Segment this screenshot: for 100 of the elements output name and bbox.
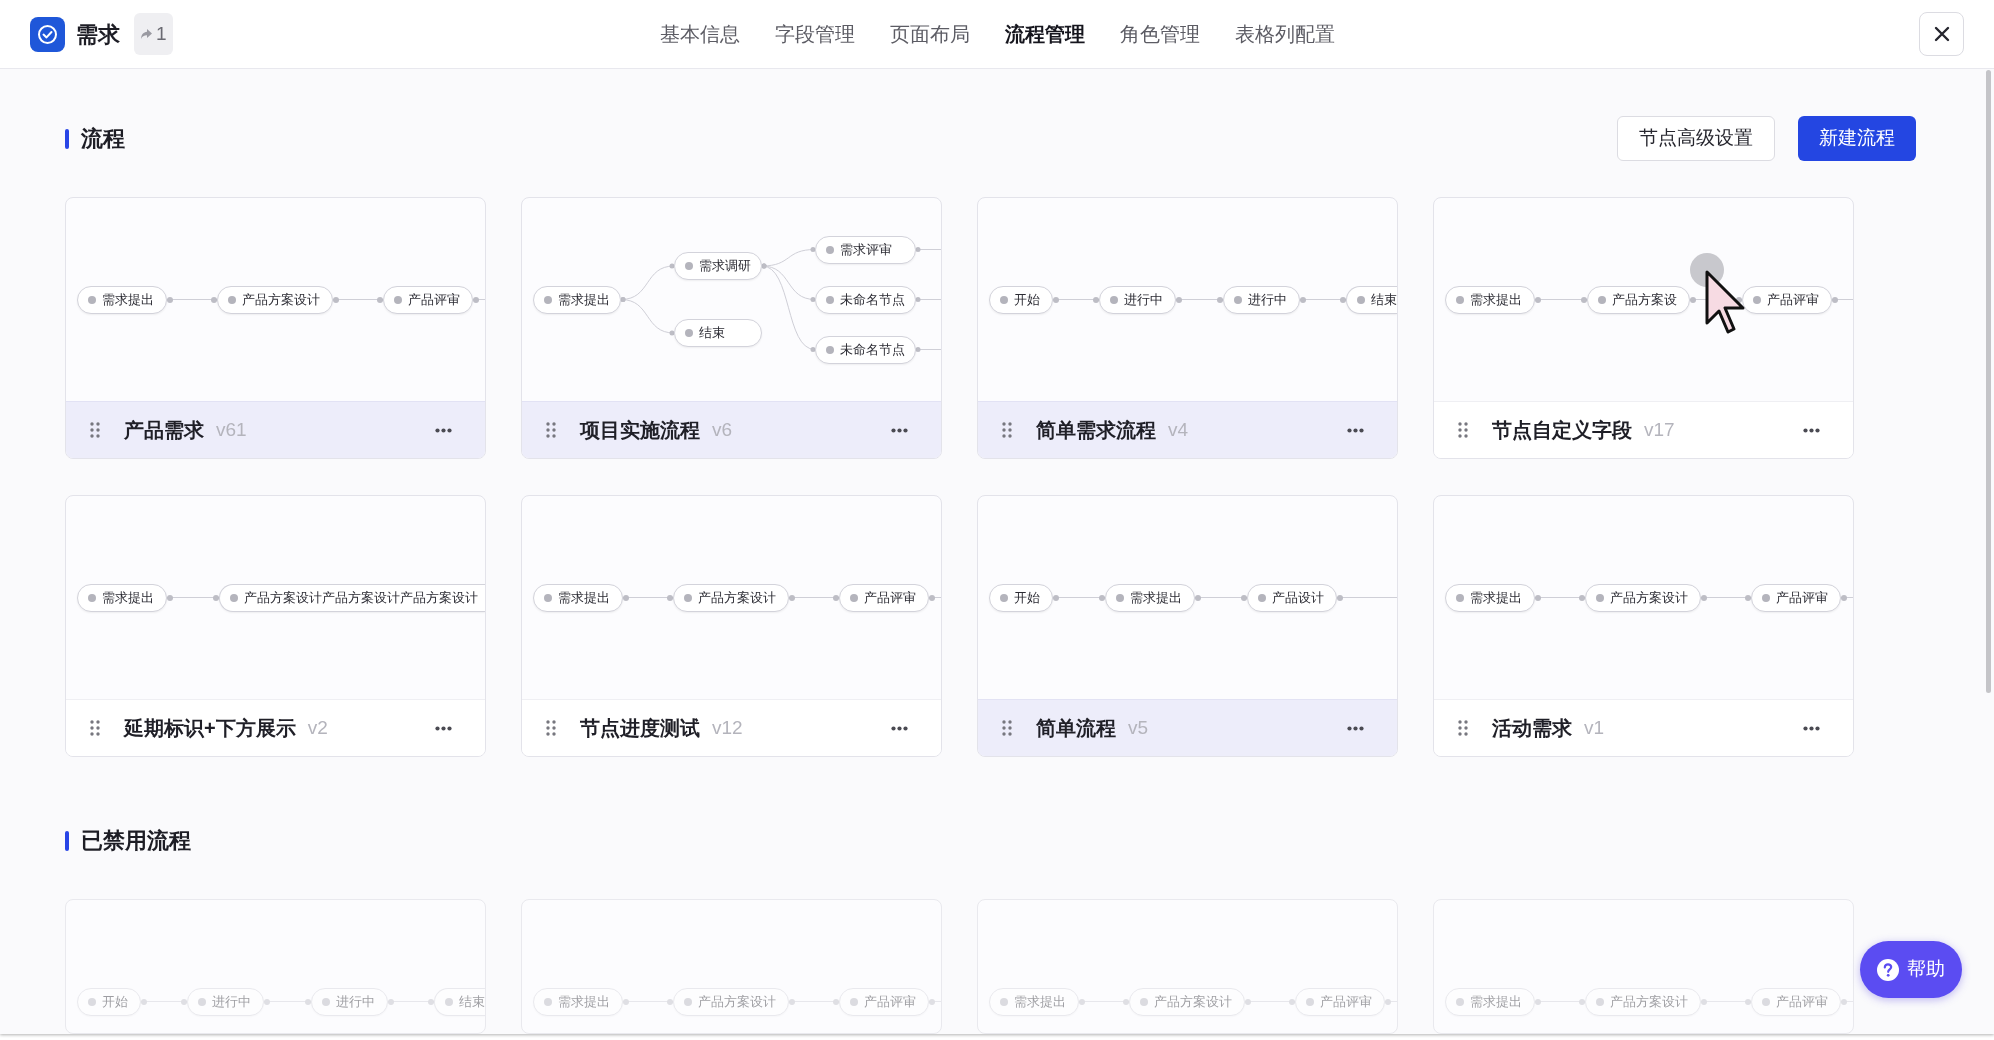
connector-line	[623, 998, 673, 1005]
node-label: 产品评审	[1776, 992, 1828, 1011]
connector-line	[1535, 998, 1585, 1005]
node-label: 产品评审	[1320, 992, 1372, 1011]
nav-tab[interactable]: 角色管理	[1119, 11, 1200, 57]
node-label: 需求评审	[840, 240, 892, 259]
connector-line	[620, 297, 675, 336]
more-icon[interactable]	[435, 427, 452, 433]
connector-line	[333, 296, 383, 303]
node-label: 需求提出	[558, 290, 610, 309]
action-button[interactable]: 新建流程	[1798, 116, 1916, 161]
node-label: 开始	[1014, 290, 1040, 309]
nav-tab[interactable]: 字段管理	[774, 11, 855, 57]
version-label: v12	[712, 715, 743, 740]
flow-card[interactable]: 需求提出 产品方案设计 产品评审 活动需求 v1	[1433, 495, 1854, 757]
close-icon	[1933, 26, 1950, 42]
node-label: 产品评审	[864, 992, 916, 1011]
flow-title: 简单需求流程	[1036, 418, 1156, 443]
flow-card[interactable]: 需求提出 产品方案设计 产品评审 节点进度测试 v12	[521, 495, 942, 757]
share-arrow-icon	[140, 28, 153, 40]
connector-line	[1053, 296, 1100, 303]
connector-line	[1701, 594, 1751, 601]
node-label: 产品方案设计	[242, 290, 320, 309]
nav-tab[interactable]: 流程管理	[1004, 11, 1085, 57]
flow-title: 简单流程	[1036, 716, 1116, 741]
share-button[interactable]: 1	[134, 13, 173, 55]
connector-line	[1176, 296, 1223, 303]
node-label: 产品设计	[1272, 588, 1324, 607]
action-button[interactable]: 节点高级设置	[1617, 116, 1775, 161]
more-icon[interactable]	[891, 427, 908, 433]
flow-card[interactable]: 开始 需求提出 产品设计 简单流程 v5	[977, 495, 1398, 757]
more-icon[interactable]	[891, 725, 908, 731]
connector-line	[1701, 998, 1751, 1005]
connector-line	[167, 594, 219, 601]
node-label: 未命名节点	[840, 290, 905, 309]
more-icon[interactable]	[1803, 427, 1820, 433]
close-button[interactable]	[1919, 12, 1964, 56]
node-label: 产品方案设计	[1154, 992, 1232, 1011]
node-label: 产品方案设计	[698, 992, 776, 1011]
version-label: v17	[1644, 417, 1675, 442]
flow-title: 项目实施流程	[580, 418, 700, 443]
drag-handle-icon[interactable]	[90, 422, 100, 438]
version-label: v4	[1168, 417, 1189, 442]
drag-handle-icon[interactable]	[546, 720, 556, 736]
scrollbar-thumb[interactable]	[1986, 70, 1991, 693]
node-label: 开始	[102, 992, 128, 1011]
drag-handle-icon[interactable]	[546, 422, 556, 438]
node-label: 需求提出	[1470, 290, 1522, 309]
connector-line	[1195, 594, 1247, 601]
connector-line	[1053, 594, 1105, 601]
flow-card[interactable]: 需求提出 产品方案设 产品评审 节点自定义字段 v17	[1433, 197, 1854, 459]
connector-line	[1079, 998, 1129, 1005]
section-marker-icon	[65, 128, 69, 149]
connector-line	[167, 296, 217, 303]
drag-handle-icon[interactable]	[1002, 720, 1012, 736]
drag-handle-icon[interactable]	[1458, 720, 1468, 736]
node-label: 结束	[699, 324, 725, 343]
node-label: 结束	[459, 992, 485, 1011]
drag-handle-icon[interactable]	[1458, 422, 1468, 438]
section-title: 流程	[81, 125, 125, 153]
nav-tab[interactable]: 页面布局	[889, 11, 970, 57]
version-label: v2	[307, 715, 328, 740]
flow-title: 活动需求	[1492, 716, 1572, 741]
flow-title: 产品需求	[124, 418, 204, 443]
node-label: 进行中	[335, 992, 375, 1011]
flow-title: 节点自定义字段	[1492, 418, 1632, 443]
node-label: 需求提出	[1130, 588, 1182, 607]
flow-card[interactable]: 需求提出 需求调研 需求评审 未命名节点 未命名节点 结束 项目实施流程 v6	[521, 197, 942, 459]
more-icon[interactable]	[1347, 427, 1364, 433]
node-label: 产品评审	[1776, 588, 1828, 607]
connector-line	[623, 594, 673, 601]
node-label: 产品方案设计	[1610, 588, 1688, 607]
flow-card[interactable]: 需求提出 产品方案设计产品方案设计产品方案设计 延期标识+下方展示 v2	[65, 495, 486, 757]
node-label: 需求提出	[1014, 992, 1066, 1011]
help-icon	[1877, 958, 1899, 981]
node-label: 需求提出	[1470, 992, 1522, 1011]
flow-title: 延期标识+下方展示	[124, 716, 296, 741]
drag-handle-icon[interactable]	[90, 720, 100, 736]
more-icon[interactable]	[1347, 725, 1364, 731]
flow-card[interactable]: 开始 进行中 进行中 结束 简单需求流程 v4	[977, 197, 1398, 459]
version-label: v5	[1128, 715, 1149, 740]
flow-card[interactable]: 需求提出 产品方案设计 产品评审 产品需求 v61	[65, 197, 486, 459]
node-label: 产品方案设	[1612, 290, 1677, 309]
node-label: 进行中	[212, 992, 252, 1011]
connector-line	[1535, 296, 1587, 303]
node-label: 需求调研	[699, 257, 751, 276]
node-label: 需求提出	[102, 290, 154, 309]
more-icon[interactable]	[435, 725, 452, 731]
nav-tab[interactable]: 表格列配置	[1234, 11, 1335, 57]
node-label: 需求提出	[1470, 588, 1522, 607]
node-label: 产品评审	[1767, 290, 1819, 309]
drag-handle-icon[interactable]	[1002, 422, 1012, 438]
more-icon[interactable]	[1803, 725, 1820, 731]
section-marker-icon	[65, 830, 69, 851]
connector-line	[1299, 296, 1346, 303]
node-label: 进行中	[1247, 290, 1287, 309]
version-label: v6	[712, 417, 733, 442]
nav-tab[interactable]: 基本信息	[659, 11, 740, 57]
connector-line	[1245, 998, 1295, 1005]
node-label: 产品方案设计	[698, 588, 776, 607]
